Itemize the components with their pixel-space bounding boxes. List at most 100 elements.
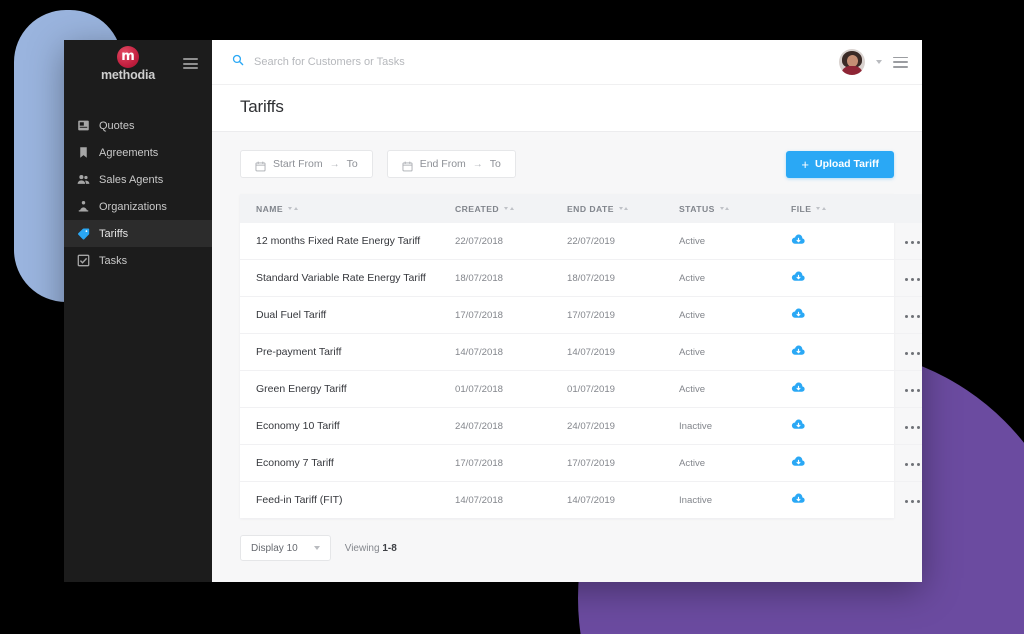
display-count-label: Display 10 <box>251 542 298 554</box>
bookmark-icon <box>77 146 90 159</box>
column-header-file[interactable]: FILE <box>791 194 903 223</box>
more-options-icon[interactable] <box>903 385 922 396</box>
table-row[interactable]: Feed-in Tariff (FIT) 14/07/2018 14/07/2019… <box>240 482 922 519</box>
sort-icon[interactable] <box>288 207 298 210</box>
methodia-logo-mark: m <box>117 46 139 68</box>
filter-row: Start From → To End From → To + Upload T… <box>240 150 894 178</box>
cell-name: Green Energy Tariff <box>240 370 455 408</box>
cloud-download-icon[interactable] <box>791 306 806 324</box>
cell-file <box>791 296 903 334</box>
upload-tariff-button[interactable]: + Upload Tariff <box>786 150 894 178</box>
cell-created: 22/07/2018 <box>455 223 567 260</box>
end-date-filter[interactable]: End From → To <box>386 150 516 178</box>
cell-end-date: 01/07/2019 <box>567 370 679 408</box>
column-label: FILE <box>791 203 812 214</box>
sidebar-item-quotes[interactable]: Quotes <box>64 112 212 139</box>
table-header-row: NAME CREATED END DATE STATUS FILE <box>240 194 922 223</box>
brand-name: methodia <box>101 68 155 82</box>
sidebar-item-label: Agreements <box>99 146 159 159</box>
sort-icon[interactable] <box>719 207 730 210</box>
people-icon <box>77 173 90 186</box>
more-options-icon[interactable] <box>903 237 922 248</box>
cloud-download-icon[interactable] <box>791 269 806 287</box>
cell-created: 14/07/2018 <box>455 333 567 371</box>
column-label: NAME <box>256 203 284 214</box>
cloud-download-icon[interactable] <box>791 232 806 250</box>
table-row[interactable]: Dual Fuel Tariff 17/07/2018 17/07/2019 Acti… <box>240 296 922 334</box>
sort-icon[interactable] <box>816 207 826 210</box>
sort-icon[interactable] <box>618 207 629 210</box>
table-footer: Display 10 Viewing 1-8 <box>240 518 894 561</box>
cloud-download-icon[interactable] <box>791 343 806 361</box>
more-options-icon[interactable] <box>903 311 922 322</box>
table-row[interactable]: Green Energy Tariff 01/07/2018 01/07/2019 A… <box>240 370 922 408</box>
column-header-created[interactable]: CREATED <box>455 194 567 223</box>
end-from-label: End From <box>419 158 466 170</box>
column-label: CREATED <box>455 203 500 214</box>
sidebar-item-label: Organizations <box>99 200 167 213</box>
sidebar-nav: Quotes Agreements Sales Agents Organizat… <box>64 112 212 274</box>
sidebar-item-tariffs[interactable]: Tariffs <box>64 220 212 247</box>
sidebar-item-tasks[interactable]: Tasks <box>64 247 212 274</box>
cell-name: Economy 10 Tariff <box>240 407 455 445</box>
more-options-icon[interactable] <box>903 348 922 359</box>
range-arrow-icon: → <box>472 158 483 170</box>
sidebar-item-organizations[interactable]: Organizations <box>64 193 212 220</box>
app-window: m methodia Quotes Agreements Sales Agent… <box>64 40 922 582</box>
cell-actions <box>903 223 922 260</box>
column-header-actions <box>903 194 922 223</box>
chevron-down-icon[interactable] <box>876 60 882 64</box>
sidebar-item-agreements[interactable]: Agreements <box>64 139 212 166</box>
cloud-download-icon[interactable] <box>791 491 806 509</box>
column-header-end-date[interactable]: END DATE <box>567 194 679 223</box>
chevron-down-icon <box>313 546 320 550</box>
table-row[interactable]: Standard Variable Rate Energy Tariff 18/0… <box>240 259 922 297</box>
cell-end-date: 24/07/2019 <box>567 407 679 445</box>
cell-file <box>791 482 903 519</box>
avatar[interactable] <box>839 49 865 75</box>
table-row[interactable]: Economy 7 Tariff 17/07/2018 17/07/2019 Acti… <box>240 444 922 482</box>
cell-name: Standard Variable Rate Energy Tariff <box>240 259 455 297</box>
cloud-download-icon[interactable] <box>791 417 806 435</box>
cell-end-date: 17/07/2019 <box>567 444 679 482</box>
end-to-label: To <box>489 158 501 170</box>
more-options-icon[interactable] <box>903 496 922 507</box>
start-date-filter[interactable]: Start From → To <box>240 150 373 178</box>
column-header-status[interactable]: STATUS <box>679 194 791 223</box>
cell-status: Active <box>679 370 791 408</box>
document-icon <box>77 119 90 132</box>
cloud-download-icon[interactable] <box>791 380 806 398</box>
table-body: 12 months Fixed Rate Energy Tariff 22/07/… <box>240 223 922 518</box>
table-row[interactable]: Economy 10 Tariff 24/07/2018 24/07/2019 Ina… <box>240 407 922 445</box>
more-options-icon[interactable] <box>903 422 922 433</box>
column-header-name[interactable]: NAME <box>240 194 455 223</box>
cell-actions <box>903 482 922 519</box>
cell-status: Inactive <box>679 407 791 445</box>
building-icon <box>77 200 90 213</box>
search-box[interactable] <box>232 53 839 71</box>
checkbox-icon <box>77 254 90 267</box>
cell-name: Pre-payment Tariff <box>240 333 455 371</box>
column-label: END DATE <box>567 203 614 214</box>
page-content: Start From → To End From → To + Upload T… <box>212 132 922 582</box>
sidebar-hamburger-icon[interactable] <box>183 58 198 69</box>
tag-icon <box>77 227 90 240</box>
top-bar-hamburger-icon[interactable] <box>893 56 908 68</box>
search-input[interactable] <box>252 55 576 69</box>
cell-actions <box>903 259 922 297</box>
cell-end-date: 22/07/2019 <box>567 223 679 260</box>
tariffs-table: NAME CREATED END DATE STATUS FILE 12 mon… <box>240 194 922 518</box>
table-row[interactable]: Pre-payment Tariff 14/07/2018 14/07/2019 Ac… <box>240 333 922 371</box>
main-area: Tariffs Start From → To End From <box>212 40 922 582</box>
display-count-select[interactable]: Display 10 <box>240 535 331 561</box>
top-bar-right <box>839 49 908 75</box>
more-options-icon[interactable] <box>903 274 922 285</box>
more-options-icon[interactable] <box>903 459 922 470</box>
cell-file <box>791 223 903 260</box>
table-row[interactable]: 12 months Fixed Rate Energy Tariff 22/07/… <box>240 223 922 260</box>
cloud-download-icon[interactable] <box>791 454 806 472</box>
cell-created: 17/07/2018 <box>455 296 567 334</box>
viewing-range: 1-8 <box>382 542 397 554</box>
sort-icon[interactable] <box>504 207 514 210</box>
sidebar-item-sales-agents[interactable]: Sales Agents <box>64 166 212 193</box>
